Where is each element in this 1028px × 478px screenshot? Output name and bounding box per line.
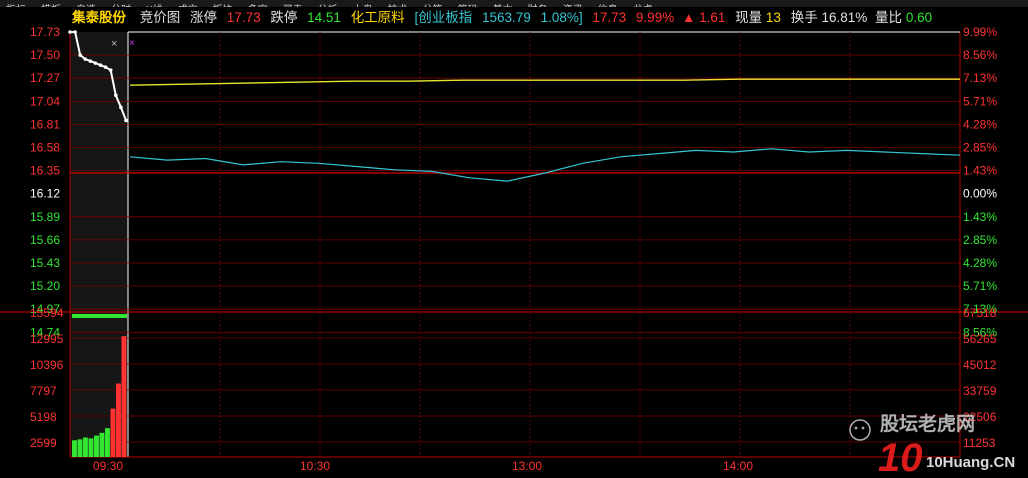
volume-axis-label: 15594 [30, 306, 64, 320]
percent-axis-label: 7.13% [963, 71, 997, 85]
auction-price-point [78, 53, 82, 57]
amount-axis-label: 56265 [963, 332, 997, 346]
index-change: 1.08%] [540, 10, 583, 25]
time-axis-label: 13:00 [512, 459, 542, 473]
stock-name[interactable]: 集泰股份 [72, 8, 126, 28]
watermark-site: 10Huang.CN [926, 454, 1015, 471]
volume-value: 13 [765, 10, 781, 25]
change-percent: 9.99% [635, 10, 675, 25]
close-icon[interactable]: × [111, 38, 117, 50]
price-axis-label: 16.12 [30, 187, 60, 201]
limit-up-value: 17.73 [226, 10, 261, 25]
turnover-value: 16.81% [821, 10, 868, 25]
auction-price-point [83, 57, 88, 61]
amount-axis-label: 11253 [963, 436, 996, 450]
turnover-label: 换手 [790, 10, 818, 25]
volume-bar [72, 440, 77, 457]
percent-axis-label: 8.56% [963, 325, 997, 339]
percent-axis-label: 2.85% [963, 233, 997, 247]
price-axis-label: 15.89 [30, 210, 60, 224]
percent-axis-label: 0.00% [963, 187, 997, 201]
price-axis-label: 17.50 [30, 48, 60, 62]
amount-axis-label: 33759 [963, 384, 997, 398]
auction-price-point [88, 59, 93, 63]
limit-down-value: 14.51 [307, 10, 341, 25]
index-line [129, 148, 961, 182]
volume-bar [110, 408, 116, 457]
volume-axis-label: 7797 [30, 384, 57, 398]
auction-price-point [119, 105, 123, 110]
current-price: 17.73 [592, 10, 627, 25]
auction-chart-label[interactable]: 竞价图 [140, 8, 181, 28]
percent-axis-label: 2.85% [963, 141, 997, 155]
price-axis-label: 15.66 [30, 233, 60, 247]
volume-label: 现量 [735, 10, 763, 25]
amount-axis-label: 45012 [963, 358, 997, 372]
price-axis-label: 16.35 [30, 164, 60, 178]
amount-axis-label: 22506 [963, 410, 997, 424]
auction-price-point [114, 93, 118, 98]
price-axis-label: 15.43 [30, 256, 60, 270]
time-axis-label: 10:30 [300, 459, 330, 473]
auction-price-point [68, 30, 72, 34]
price-axis-label: 14.74 [30, 325, 60, 339]
up-arrow-icon: ▲ [681, 10, 696, 25]
pre-market-shade [70, 32, 128, 457]
volume-ratio-value: 0.60 [905, 10, 933, 25]
price-axis-label: 14.97 [30, 302, 60, 316]
volume-bar [105, 428, 110, 457]
price-axis-label: 16.81 [30, 117, 60, 131]
price-axis-label: 16.58 [30, 141, 60, 155]
percent-axis-label: 1.43% [963, 164, 997, 178]
limit-up-label: 涨停 [190, 10, 218, 25]
auction-price-point [73, 30, 77, 34]
change-value: 1.61 [699, 10, 726, 25]
top-tab-strip: 指标模板自选分时K线成交板块多空买卖分析大盘技术分笔筹码基本财务资讯信息龙虎 [0, 0, 1028, 7]
price-axis-label: 17.27 [30, 71, 60, 85]
marker-icon: × [129, 38, 135, 49]
volume-bar [83, 437, 88, 457]
percent-axis-label: 8.56% [963, 48, 997, 62]
index-name[interactable]: [创业板指 [414, 8, 472, 28]
percent-axis-label: 4.28% [963, 117, 997, 131]
percent-axis-label: 5.71% [963, 279, 997, 293]
watermark-title: 股坛老虎网 [880, 412, 975, 435]
watermark-badge: 10 [878, 436, 923, 478]
price-axis-label: 17.04 [30, 94, 60, 108]
volume-axis-label: 10396 [30, 358, 64, 372]
price-axis-label: 15.20 [30, 279, 60, 293]
time-axis-label: 09:30 [93, 459, 123, 473]
auction-price-point [93, 61, 98, 65]
percent-axis-label: 4.28% [963, 256, 997, 270]
auction-price-point [108, 68, 113, 72]
auction-price-point [103, 65, 108, 69]
limit-down-label: 跌停 [270, 10, 298, 25]
auction-price-point [98, 63, 103, 67]
wechat-icon [849, 419, 871, 441]
percent-axis-label: 7.13% [963, 302, 997, 316]
volume-axis-label: 12995 [30, 332, 64, 346]
sector-name[interactable]: 化工原料 [351, 8, 405, 28]
volume-bar [116, 383, 121, 457]
percent-axis-label: 1.43% [963, 210, 997, 224]
volume-bar [94, 435, 99, 457]
volume-bar [99, 432, 105, 457]
auction-price-line [70, 31, 127, 121]
quote-info-bar: 集泰股份 竞价图 涨停 17.73 跌停 14.51 化工原料 [创业板指 15… [0, 8, 1028, 28]
time-axis-label: 14:00 [723, 459, 753, 473]
volume-bar [77, 439, 83, 457]
volume-axis-label: 5198 [30, 410, 57, 424]
percent-axis-label: 5.71% [963, 94, 997, 108]
volume-bar [88, 438, 94, 457]
volume-ratio-label: 量比 [875, 10, 903, 25]
volume-bar [121, 336, 127, 457]
intraday-chart[interactable]: × × 17.73 9.99% 17.50 8.56% 17.27 7.13% 17.04 5… [0, 0, 1028, 478]
volume-axis-label: 2599 [30, 436, 57, 450]
auction-price-point [124, 118, 128, 123]
index-value: 1563.79 [481, 10, 531, 25]
watermark-logo: 股坛老虎网 10 10Huang.CN [849, 412, 1015, 478]
average-price-line [129, 78, 960, 86]
amount-axis-label: 67518 [963, 306, 997, 320]
